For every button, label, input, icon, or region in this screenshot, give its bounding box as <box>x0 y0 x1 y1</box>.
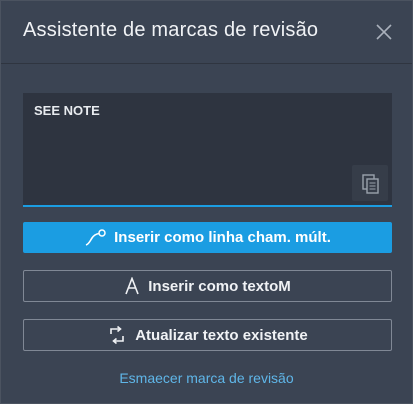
multileader-icon <box>85 228 106 246</box>
markup-text-value: SEE NOTE <box>34 103 100 118</box>
insert-mtext-label: Inserir como textoM <box>148 277 291 295</box>
insert-multileader-button[interactable]: Inserir como linha cham. múlt. <box>23 222 392 253</box>
fade-markup-link[interactable]: Esmaecer marca de revisão <box>1 370 412 386</box>
paste-icon <box>362 174 379 194</box>
dialog-header: Assistente de marcas de revisão <box>1 1 412 64</box>
markup-assist-dialog: Assistente de marcas de revisão SEE NOTE… <box>0 0 413 404</box>
update-text-button[interactable]: Atualizar texto existente <box>23 319 392 351</box>
update-text-label: Atualizar texto existente <box>135 326 308 344</box>
refresh-icon <box>110 325 125 345</box>
markup-text-field[interactable]: SEE NOTE <box>23 93 392 207</box>
insert-multileader-label: Inserir como linha cham. múlt. <box>114 229 331 246</box>
insert-mtext-button[interactable]: Inserir como textoM <box>23 270 392 302</box>
paste-button[interactable] <box>352 165 388 201</box>
close-icon <box>376 24 392 40</box>
dialog-title: Assistente de marcas de revisão <box>23 19 319 41</box>
close-button[interactable] <box>373 21 395 43</box>
text-a-icon <box>125 277 139 295</box>
